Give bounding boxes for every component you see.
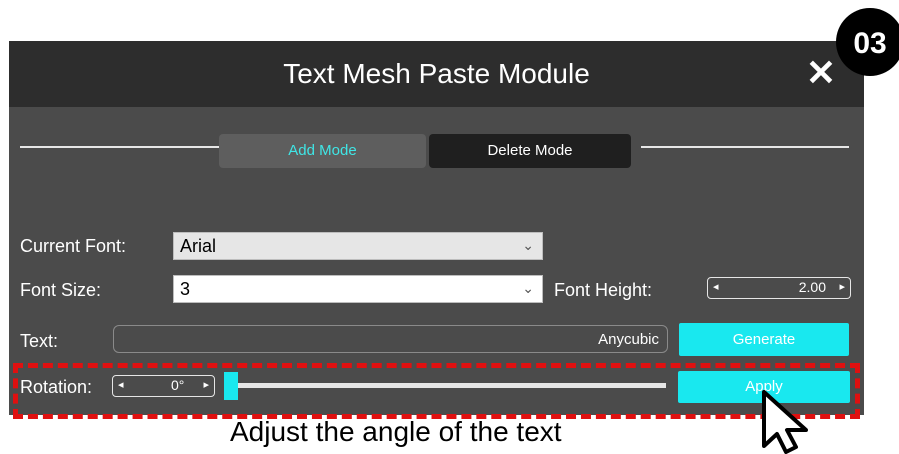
current-font-select[interactable]: Arial ⌄ <box>173 232 543 260</box>
generate-button[interactable]: Generate <box>679 323 849 356</box>
dialog-title: Text Mesh Paste Module <box>283 58 590 89</box>
decrement-arrow-icon[interactable]: ◂ <box>713 280 719 293</box>
close-icon[interactable]: ✕ <box>801 53 841 93</box>
divider-left <box>20 146 225 148</box>
font-height-value: 2.00 <box>798 279 826 295</box>
text-mesh-paste-dialog: Text Mesh Paste Module ✕ <box>9 41 864 415</box>
current-font-label: Current Font: <box>20 236 127 256</box>
text-label: Text: <box>20 331 59 351</box>
tab-delete-mode[interactable]: Delete Mode <box>429 134 631 168</box>
divider-right <box>641 146 849 148</box>
tab-add-mode[interactable]: Add Mode <box>219 134 426 168</box>
text-input[interactable]: Anycubic <box>113 325 668 353</box>
font-height-spinner[interactable]: ◂ 2.00 ▸ <box>707 277 851 299</box>
font-size-value: 3 <box>180 279 191 299</box>
highlight-box <box>13 363 860 419</box>
chevron-down-icon: ⌄ <box>522 280 534 296</box>
font-height-label: Font Height: <box>554 280 653 300</box>
font-size-select[interactable]: 3 ⌄ <box>173 275 543 303</box>
increment-arrow-icon[interactable]: ▸ <box>839 280 845 293</box>
font-size-label: Font Size: <box>20 280 102 300</box>
step-badge: 03 <box>836 8 899 76</box>
title-bar: Text Mesh Paste Module ✕ <box>9 41 864 107</box>
chevron-down-icon: ⌄ <box>522 237 534 253</box>
caption-text: Adjust the angle of the text <box>230 416 562 447</box>
text-input-value: Anycubic <box>598 331 659 348</box>
current-font-value: Arial <box>180 236 217 256</box>
mouse-pointer-icon <box>762 390 808 454</box>
